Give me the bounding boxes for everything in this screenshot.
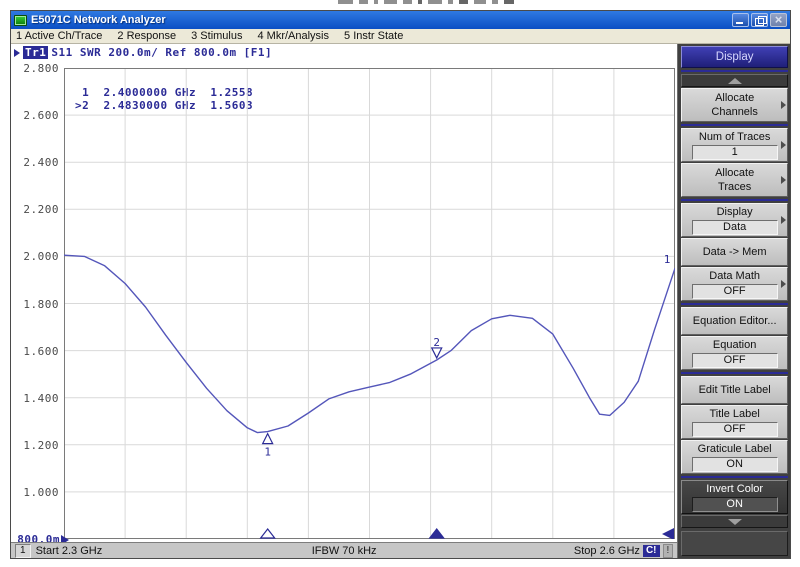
- softkey-allocate-channels[interactable]: AllocateChannels: [681, 88, 788, 122]
- softkey-scroll-up[interactable]: [681, 74, 788, 87]
- scroll-down-icon: [728, 519, 742, 525]
- softkey-display[interactable]: DisplayData: [681, 203, 788, 237]
- trace-marker-2[interactable]: [432, 348, 442, 358]
- stop-frequency: Stop 2.6 GHz: [574, 545, 640, 557]
- menu-item-2-response[interactable]: 2 Response: [117, 30, 176, 42]
- menu-item-4-mkr-analysis[interactable]: 4 Mkr/Analysis: [257, 30, 329, 42]
- menu-item-3-stimulus[interactable]: 3 Stimulus: [191, 30, 242, 42]
- y-axis-tick-label: 2.800: [13, 62, 59, 75]
- swr-chart: 1 2 1: [64, 68, 675, 539]
- softkey-label: Allocate: [715, 166, 754, 180]
- softkey-value: Data: [692, 220, 778, 235]
- y-axis-tick-label: 1.000: [13, 486, 59, 499]
- softkey-edit-title-label[interactable]: Edit Title Label: [681, 376, 788, 404]
- softkey-value: OFF: [692, 284, 778, 299]
- app-icon: [14, 15, 27, 26]
- softkey-equation[interactable]: EquationOFF: [681, 336, 788, 370]
- trace-info-line: Tr1 S11 SWR 200.0m/ Ref 800.0m [F1]: [14, 46, 272, 59]
- separator: [681, 303, 788, 305]
- softkey-num-of-traces[interactable]: Num of Traces1: [681, 128, 788, 162]
- softkey-label: Graticule Label: [698, 442, 772, 456]
- trace-selector[interactable]: Tr1: [23, 46, 48, 59]
- softkey-label: Equation: [713, 338, 756, 352]
- softkey-label: Data Math: [709, 269, 760, 283]
- stop-group: Stop 2.6 GHz C! !: [574, 544, 673, 558]
- trace-marker-1-label: 1: [264, 446, 271, 459]
- softkey-label: Invert Color: [706, 482, 763, 496]
- main-area: Tr1 S11 SWR 200.0m/ Ref 800.0m [F1] 1 2.…: [11, 44, 790, 558]
- softkey-scroll-down[interactable]: [681, 515, 788, 528]
- softkey-data-math[interactable]: Data MathOFF: [681, 267, 788, 301]
- menu-item-1-active-ch-trace[interactable]: 1 Active Ch/Trace: [16, 30, 102, 42]
- menu-bar: 1 Active Ch/Trace 2 Response 3 Stimulus 4 M…: [11, 29, 790, 44]
- separator: [681, 199, 788, 201]
- softkey-label: Num of Traces: [699, 130, 771, 144]
- y-axis-tick-label: 1.600: [13, 345, 59, 358]
- softkey-value: ON: [692, 497, 778, 512]
- cropped-caption-artifact: [338, 0, 514, 5]
- softkey-allocate-traces[interactable]: AllocateTraces: [681, 163, 788, 197]
- restore-button[interactable]: [751, 13, 768, 27]
- softkey-label: Allocate: [715, 91, 754, 105]
- y-axis-tick-label: 2.400: [13, 156, 59, 169]
- stimulus-marker-2-indicator[interactable]: [430, 529, 444, 538]
- cal-status-badge: C!: [643, 545, 660, 557]
- instrument-screen: Tr1 S11 SWR 200.0m/ Ref 800.0m [F1] 1 2.…: [11, 44, 677, 542]
- separator: [681, 372, 788, 374]
- window-controls: [732, 13, 787, 27]
- stimulus-marker-1-indicator[interactable]: [261, 529, 275, 538]
- trace-marker-2-label: 2: [433, 336, 440, 349]
- y-axis-tick-label: 2.000: [13, 250, 59, 263]
- active-trace-arrow-icon: [14, 49, 20, 57]
- plot-area: 1 2 1: [64, 68, 675, 539]
- minimize-button[interactable]: [732, 13, 749, 27]
- softkey-menu-header[interactable]: Display: [681, 46, 788, 68]
- window-title: E5071C Network Analyzer: [31, 11, 728, 29]
- y-axis-tick-label: 1.200: [13, 439, 59, 452]
- title-bar: E5071C Network Analyzer: [11, 11, 790, 29]
- y-axis-tick-label: 2.200: [13, 203, 59, 216]
- warning-badge: !: [663, 544, 674, 558]
- softkey-label: Equation Editor...: [693, 314, 777, 328]
- y-axis-reference-label: 800.0m: [13, 533, 69, 542]
- softkey-label: Traces: [718, 180, 751, 194]
- app-window: E5071C Network Analyzer 1 Active Ch/Trac…: [10, 10, 791, 559]
- y-axis-tick-label: 1.400: [13, 392, 59, 405]
- softkey-invert-color[interactable]: Invert ColorON: [681, 480, 788, 514]
- y-axis-tick-label: 2.600: [13, 109, 59, 122]
- softkey-equation-editor[interactable]: Equation Editor...: [681, 307, 788, 335]
- trace-format-text: S11 SWR 200.0m/ Ref 800.0m [F1]: [51, 46, 272, 59]
- status-bar: 1 Start 2.3 GHz IFBW 70 kHz Stop 2.6 GHz…: [11, 542, 677, 558]
- menu-item-5-instr-state[interactable]: 5 Instr State: [344, 30, 403, 42]
- display-column: Tr1 S11 SWR 200.0m/ Ref 800.0m [F1] 1 2.…: [11, 44, 677, 558]
- close-button[interactable]: [770, 13, 787, 27]
- softkey-data-mem[interactable]: Data -> Mem: [681, 238, 788, 266]
- softkey-label: Title Label: [709, 407, 759, 421]
- softkey-value: OFF: [692, 422, 778, 437]
- reference-level-value: 800.0m: [17, 533, 60, 542]
- softkey-label: Edit Title Label: [699, 383, 771, 397]
- softkey-value: OFF: [692, 353, 778, 368]
- y-axis-tick-label: 1.800: [13, 298, 59, 311]
- separator: [681, 124, 788, 126]
- softkey-empty-panel: [681, 531, 788, 556]
- softkey-value: ON: [692, 457, 778, 472]
- softkey-title-label[interactable]: Title LabelOFF: [681, 405, 788, 439]
- separator: [681, 70, 788, 72]
- separator: [681, 476, 788, 478]
- reference-level-arrow-icon[interactable]: [61, 535, 69, 543]
- softkey-value: 1: [692, 145, 778, 160]
- softkey-label: Channels: [711, 105, 757, 119]
- softkey-graticule-label[interactable]: Graticule LabelON: [681, 440, 788, 474]
- trace-end-number: 1: [664, 253, 671, 266]
- scroll-up-icon: [728, 78, 742, 84]
- softkey-label: Data -> Mem: [703, 245, 767, 259]
- trace-marker-1[interactable]: [263, 434, 273, 444]
- softkey-sidebar: Display AllocateChannelsNum of Traces1Al…: [677, 44, 790, 558]
- reference-level-arrow-right-icon: [662, 528, 674, 539]
- softkey-label: Display: [717, 205, 753, 219]
